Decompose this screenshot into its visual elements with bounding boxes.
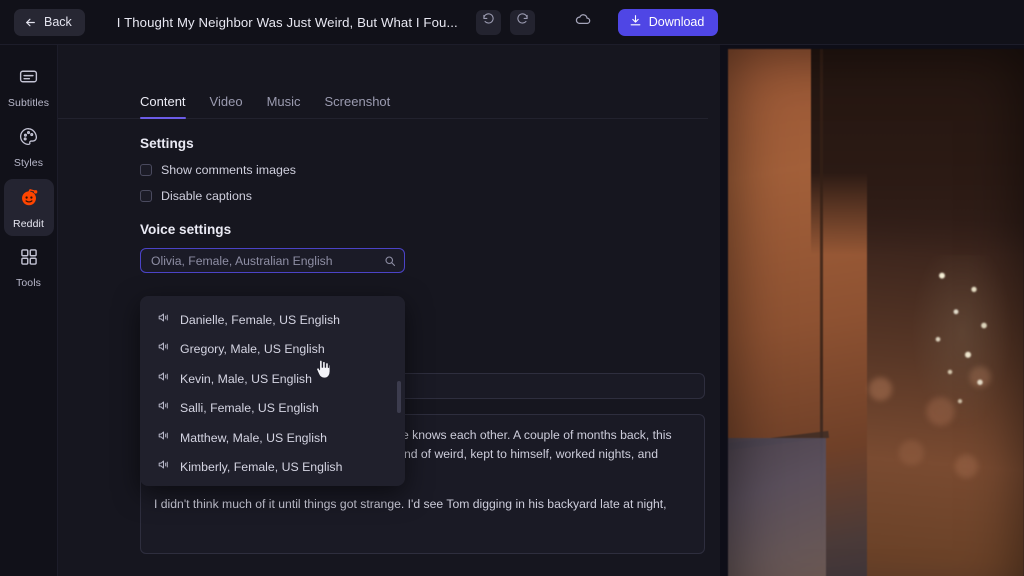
arrow-left-icon [24, 16, 37, 29]
redo-icon [516, 13, 529, 31]
speaker-icon [157, 370, 170, 388]
speaker-icon [157, 399, 170, 417]
voice-option-gregory[interactable]: Gregory, Male, US English [140, 335, 405, 365]
speaker-icon [157, 340, 170, 358]
tab-music[interactable]: Music [267, 94, 301, 118]
post-body-paragraph: I didn't think much of it until things g… [154, 496, 667, 511]
voice-option-kevin[interactable]: Kevin, Male, US English [140, 364, 405, 394]
voice-option-salli[interactable]: Salli, Female, US English [140, 394, 405, 424]
back-button[interactable]: Back [14, 8, 85, 36]
sidebar-item-label: Tools [15, 277, 41, 289]
voice-dropdown-list[interactable]: Danielle, Female, US English Gregory, Ma… [140, 296, 405, 486]
content-panel: Content Video Music Screenshot Settings … [58, 45, 720, 576]
voice-search-wrapper [140, 248, 405, 273]
checkbox-disable-captions[interactable]: Disable captions [140, 189, 720, 203]
tab-content[interactable]: Content [140, 94, 186, 119]
sidebar-item-label: Subtitles [7, 97, 50, 109]
grid-tools-icon [19, 247, 39, 272]
sidebar-item-styles[interactable]: Styles [4, 119, 54, 175]
tab-bar: Content Video Music Screenshot [58, 83, 708, 119]
voice-search-input[interactable] [140, 248, 405, 273]
voice-option-kimberly[interactable]: Kimberly, Female, US English [140, 453, 405, 483]
top-header: Back I Thought My Neighbor Was Just Weir… [0, 0, 1024, 45]
undo-icon [482, 13, 495, 31]
download-icon [629, 14, 642, 30]
speaker-icon [157, 458, 170, 476]
body-row: Subtitles Styles Reddit Tools Content Vi… [0, 45, 1024, 576]
cloud-sync-button[interactable] [572, 11, 594, 33]
voice-option-label: Matthew, Male, US English [180, 430, 327, 445]
voice-settings-heading: Voice settings [140, 222, 232, 237]
speaker-icon [157, 311, 170, 329]
checkbox-label: Show comments images [161, 163, 296, 177]
voice-option-label: Kevin, Male, US English [180, 371, 312, 386]
voice-option-label: Salli, Female, US English [180, 401, 319, 416]
app-root: Back I Thought My Neighbor Was Just Weir… [0, 0, 1024, 576]
checkbox-show-comments-images[interactable]: Show comments images [140, 163, 720, 177]
checkbox-label: Disable captions [161, 189, 252, 203]
document-title: I Thought My Neighbor Was Just Weird, Bu… [116, 14, 458, 30]
left-sidebar: Subtitles Styles Reddit Tools [0, 45, 58, 576]
checkbox-box[interactable] [140, 164, 152, 176]
dropdown-scrollbar[interactable] [397, 381, 401, 413]
back-button-label: Back [44, 15, 72, 29]
voice-option-matthew[interactable]: Matthew, Male, US English [140, 423, 405, 453]
preview-vignette [728, 49, 1024, 576]
subtitles-icon [18, 66, 39, 92]
sidebar-item-label: Reddit [13, 218, 44, 230]
palette-icon [18, 126, 39, 152]
sidebar-item-tools[interactable]: Tools [4, 240, 54, 295]
voice-option-danielle[interactable]: Danielle, Female, US English [140, 305, 405, 335]
undo-button[interactable] [475, 9, 501, 35]
voice-option-label: Kimberly, Female, US English [180, 460, 343, 475]
tab-screenshot[interactable]: Screenshot [325, 94, 391, 118]
voice-option-label: Danielle, Female, US English [180, 312, 340, 327]
speaker-icon [157, 429, 170, 447]
download-button-label: Download [648, 15, 705, 29]
sidebar-item-reddit[interactable]: Reddit [3, 179, 54, 236]
cloud-icon [574, 11, 592, 34]
redo-button[interactable] [509, 9, 535, 35]
tab-video[interactable]: Video [210, 94, 243, 118]
download-button[interactable]: Download [617, 8, 719, 36]
video-frame[interactable] [728, 49, 1024, 576]
reddit-icon [18, 186, 40, 213]
checkbox-box[interactable] [140, 190, 152, 202]
settings-heading: Settings [140, 136, 194, 151]
sidebar-item-subtitles[interactable]: Subtitles [4, 59, 54, 115]
voice-option-label: Gregory, Male, US English [180, 342, 325, 357]
video-preview-panel[interactable] [720, 45, 1024, 576]
sidebar-item-label: Styles [13, 157, 44, 169]
